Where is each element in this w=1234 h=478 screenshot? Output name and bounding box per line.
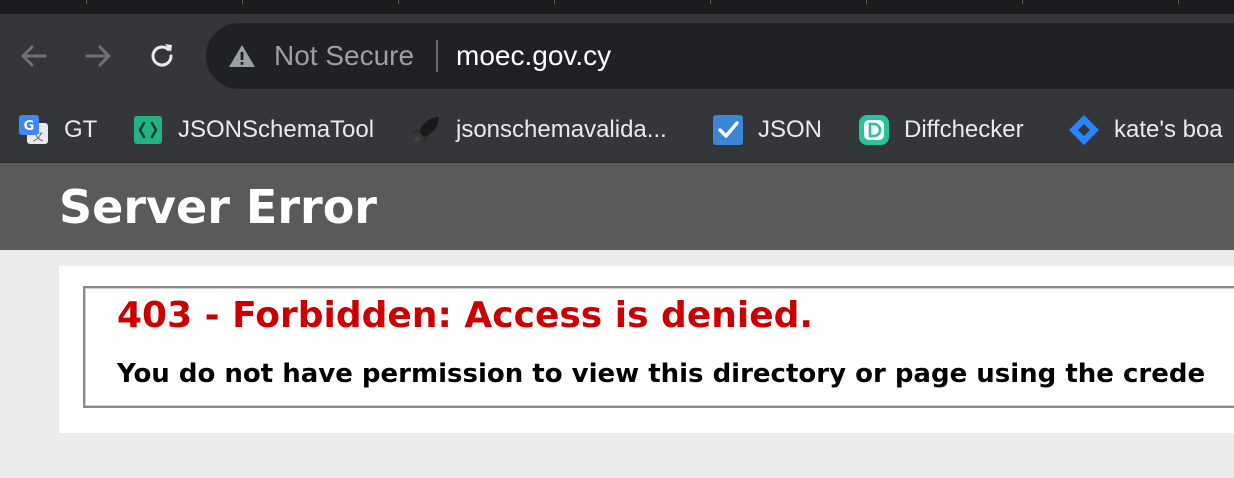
reload-icon [151,44,173,67]
tab-divider [242,0,243,4]
bookmark-json[interactable]: JSON [712,98,822,162]
arrow-left-icon [21,45,47,67]
page-header: Server Error [0,163,1234,250]
address-bar[interactable]: Not Secure moec.gov.cy [206,23,1234,89]
error-fieldset: 403 - Forbidden: Access is denied. You d… [83,286,1234,408]
checkbox-icon [713,115,743,145]
bookmark-kates-board[interactable]: kate's boa [1068,98,1223,162]
diffchecker-icon [859,115,889,145]
error-title: 403 - Forbidden: Access is denied. [117,295,814,336]
page-title: Server Error [59,180,377,234]
forward-button[interactable] [78,36,118,76]
arrow-right-icon [85,45,111,67]
tab-divider [398,0,399,4]
warning-triangle-icon[interactable] [228,44,256,68]
tab-divider [1178,0,1179,4]
bookmark-jsonschemavalidator[interactable]: jsonschemavalida... [410,98,667,162]
bookmarks-bar: 文 G GT JSONSchemaTool jsonschemavalida..… [0,98,1234,163]
bookmark-gt[interactable]: 文 G GT [18,98,97,162]
bookmark-label: GT [64,116,98,143]
bookmark-diffchecker[interactable]: Diffchecker [858,98,1024,162]
rocket-icon [413,117,439,143]
code-braces-icon [134,116,162,144]
bookmark-jsonschematool[interactable]: JSONSchemaTool [132,98,374,162]
bookmark-label: kate's boa [1114,116,1223,143]
svg-text:G: G [24,119,35,134]
error-message: You do not have permission to view this … [117,359,1206,389]
browser-window: Not Secure moec.gov.cy 文 G GT JSONSchema… [0,0,1234,478]
browser-toolbar: Not Secure moec.gov.cy [0,14,1234,98]
bookmark-label: Diffchecker [904,116,1024,143]
tab-divider [866,0,867,4]
bookmark-label: JSONSchemaTool [178,116,375,143]
back-button[interactable] [14,36,54,76]
tab-divider [1022,0,1023,4]
jira-icon [1069,115,1099,145]
url-text[interactable]: moec.gov.cy [456,39,611,73]
security-status-label[interactable]: Not Secure [274,39,414,73]
tab-divider [710,0,711,4]
bookmark-label: jsonschemavalida... [456,116,667,143]
reload-button[interactable] [142,36,182,76]
tab-strip [0,0,1234,14]
omnibox-divider [436,40,438,72]
tab-divider [86,0,87,4]
tab-divider [554,0,555,4]
google-translate-icon: 文 G [19,115,48,144]
bookmark-label: JSON [758,116,823,143]
content-panel: 403 - Forbidden: Access is denied. You d… [59,266,1234,433]
